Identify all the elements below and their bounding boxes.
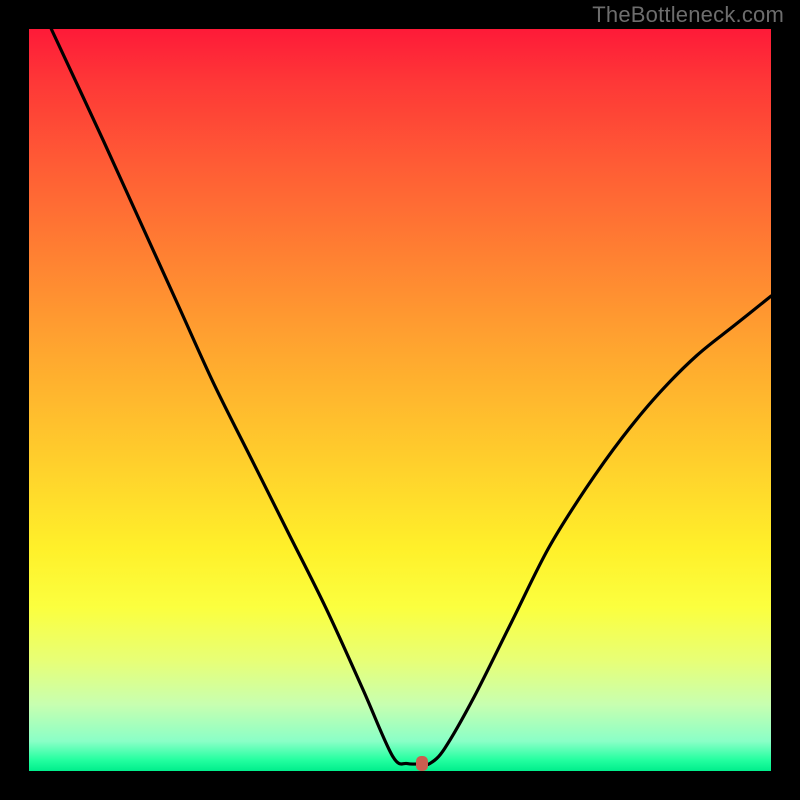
chart-frame: TheBottleneck.com [0, 0, 800, 800]
bottleneck-curve [51, 29, 771, 765]
watermark-text: TheBottleneck.com [592, 2, 784, 28]
curve-layer [29, 29, 771, 771]
plot-area [29, 29, 771, 771]
minimum-marker [416, 756, 428, 771]
